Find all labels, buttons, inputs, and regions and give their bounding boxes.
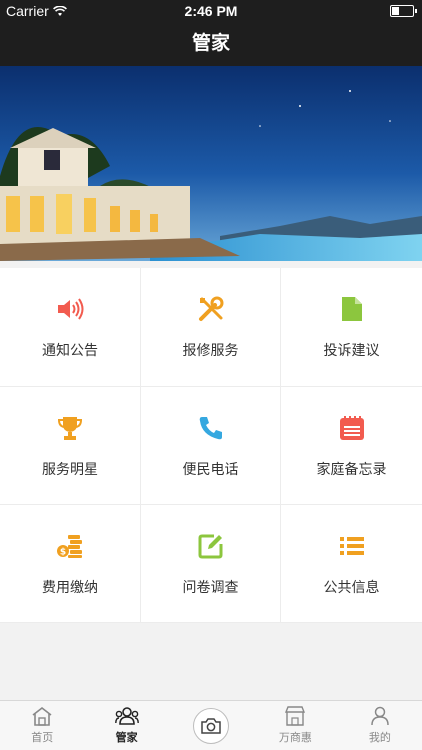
grid-item-label: 便民电话 bbox=[182, 461, 239, 477]
grid-item-survey[interactable]: 问卷调查 bbox=[141, 505, 281, 623]
tab-mine[interactable]: 我的 bbox=[338, 701, 422, 750]
shop-icon bbox=[285, 706, 306, 726]
grid-item-label: 投诉建议 bbox=[323, 342, 380, 358]
edit-icon bbox=[196, 531, 226, 561]
list-icon bbox=[337, 531, 367, 561]
grid-item-repair[interactable]: 报修服务 bbox=[141, 268, 281, 387]
grid-item-public-info[interactable]: 公共信息 bbox=[281, 505, 422, 623]
home-icon bbox=[32, 706, 52, 726]
grid-item-label: 通知公告 bbox=[42, 342, 98, 358]
grid-item-label: 家庭备忘录 bbox=[316, 461, 387, 477]
grid-item-label: 费用缴纳 bbox=[42, 579, 98, 595]
service-grid: 通知公告 报修服务 投诉建议 服务明星 便民电话 家庭备忘录 $ 费用缴纳 问卷… bbox=[0, 268, 422, 623]
tab-home[interactable]: 首页 bbox=[0, 701, 84, 750]
battery-level bbox=[392, 7, 399, 15]
grid-item-label: 报修服务 bbox=[182, 342, 239, 358]
notepad-icon bbox=[337, 413, 367, 443]
trophy-icon bbox=[55, 413, 85, 443]
resort-villa-photo bbox=[0, 66, 422, 261]
grid-item-memo[interactable]: 家庭备忘录 bbox=[281, 387, 422, 505]
user-icon bbox=[371, 706, 389, 726]
grid-item-complaint[interactable]: 投诉建议 bbox=[281, 268, 422, 387]
page-title: 管家 bbox=[0, 22, 422, 66]
grid-item-label: 服务明星 bbox=[42, 461, 98, 477]
camera-icon bbox=[201, 717, 221, 734]
grid-item-service-star[interactable]: 服务明星 bbox=[0, 387, 141, 505]
tab-label: 管家 bbox=[115, 732, 138, 744]
document-icon bbox=[337, 294, 367, 324]
coins-icon: $ bbox=[55, 531, 85, 561]
tab-camera[interactable] bbox=[169, 701, 253, 750]
phone-icon bbox=[196, 413, 226, 443]
tab-deals[interactable]: 万商惠 bbox=[253, 701, 337, 750]
svg-text:$: $ bbox=[60, 548, 66, 558]
people-icon bbox=[114, 707, 139, 725]
tools-icon bbox=[196, 294, 226, 324]
tab-label: 我的 bbox=[368, 732, 391, 744]
status-time: 2:46 PM bbox=[184, 3, 238, 19]
grid-item-notice[interactable]: 通知公告 bbox=[0, 268, 141, 387]
tab-label: 首页 bbox=[31, 732, 54, 744]
grid-item-phone[interactable]: 便民电话 bbox=[141, 387, 281, 505]
tab-bar: 首页 管家 万商惠 我的 bbox=[0, 700, 422, 750]
grid-item-label: 公共信息 bbox=[323, 579, 380, 595]
banner-image[interactable] bbox=[0, 66, 422, 261]
battery-icon bbox=[390, 5, 417, 17]
speaker-icon bbox=[55, 294, 85, 324]
camera-button[interactable] bbox=[193, 707, 230, 744]
grid-item-payment[interactable]: $ 费用缴纳 bbox=[0, 505, 141, 623]
status-bar: Carrier 2:46 PM bbox=[0, 0, 422, 22]
tab-butler[interactable]: 管家 bbox=[84, 701, 168, 750]
grid-item-label: 问卷调查 bbox=[182, 579, 239, 595]
tab-label: 万商惠 bbox=[278, 732, 312, 744]
